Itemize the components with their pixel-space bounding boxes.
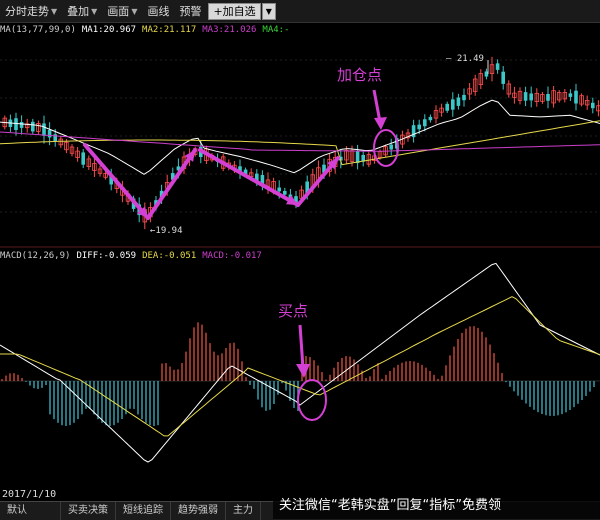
add-position-annotation: 加仓点 (337, 66, 383, 84)
arrow-head (296, 364, 310, 378)
candle-body (389, 144, 393, 150)
candle-body (501, 71, 505, 84)
macd-lines (0, 262, 600, 463)
candle-body (591, 102, 595, 109)
macd-value: MACD:-0.017 (202, 251, 262, 261)
tab-default[interactable]: 默认 (0, 502, 61, 520)
dea-value: DEA:-0.051 (142, 251, 197, 261)
candle-body (451, 99, 455, 110)
watermark-overlay: 关注微信“老韩实盘”回复“指标”免费领 (273, 493, 600, 519)
candle-body (568, 93, 573, 97)
candle-body (417, 124, 421, 130)
candle-body (47, 129, 52, 138)
ma4-value: MA4:- (262, 25, 290, 35)
arrow-head (374, 117, 387, 130)
buy-point-annotation: 买点 (278, 302, 309, 320)
buy-point-arrow (298, 324, 305, 369)
ma2-line (0, 120, 600, 166)
candle-body (445, 103, 449, 111)
ma-params: MA(13,77,99,0) (0, 25, 76, 35)
add-position-arrow (372, 89, 382, 123)
trend-arrow (198, 148, 300, 207)
candle-body (81, 152, 85, 165)
ma2-value: MA2:21.117 (142, 25, 197, 35)
low-price-value: 19.94 (155, 226, 183, 236)
candle-body (523, 92, 528, 101)
candle-body (456, 97, 461, 106)
candle-body (19, 122, 24, 128)
diff-line (0, 262, 600, 463)
trend-arrows (83, 143, 340, 220)
trend-arrow (83, 143, 150, 220)
macd-histogram (1, 322, 595, 426)
date-label: 2017/1/10 (2, 489, 57, 500)
candle-body (14, 118, 18, 131)
diff-value: DIFF:-0.059 (76, 251, 137, 261)
candle-body (495, 63, 500, 70)
candle-body (283, 190, 287, 195)
low-price-label: ←19.94 (150, 226, 183, 236)
ma3-value: MA3:21.026 (202, 25, 257, 35)
tab-trend-strength[interactable]: 趋势强弱 (171, 502, 226, 520)
ma1-value: MA1:20.967 (81, 25, 137, 35)
tab-short-track[interactable]: 短线追踪 (116, 502, 171, 520)
macd-params: MACD(12,26,9) (0, 251, 71, 261)
candle-body (462, 94, 466, 101)
candle-body (277, 187, 281, 192)
moving-average-lines (0, 99, 600, 175)
annotation-marks (296, 60, 489, 421)
candle-body (31, 121, 35, 132)
candle-body (546, 93, 550, 101)
high-price-value: 21.49 (456, 54, 484, 64)
ma-legend: MA(13,77,99,0) MA1:20.967 MA2:21.117 MA3:21… (0, 25, 296, 35)
ma1-line (0, 99, 600, 175)
buy-point-circle (297, 379, 327, 421)
trend-arrow (146, 148, 197, 220)
tab-main-force[interactable]: 主力 (226, 502, 261, 520)
macd-legend: MACD(12,26,9) DIFF:-0.059 DEA:-0.051 MACD:-… (0, 251, 268, 261)
candle-body (423, 119, 427, 127)
candle-body (574, 90, 578, 104)
high-price-label: — 21.49 (446, 54, 484, 64)
candle-body (428, 116, 433, 121)
candle-body (529, 93, 533, 101)
candle-body (42, 123, 46, 136)
tab-trade-decision[interactable]: 买卖决策 (61, 502, 116, 520)
